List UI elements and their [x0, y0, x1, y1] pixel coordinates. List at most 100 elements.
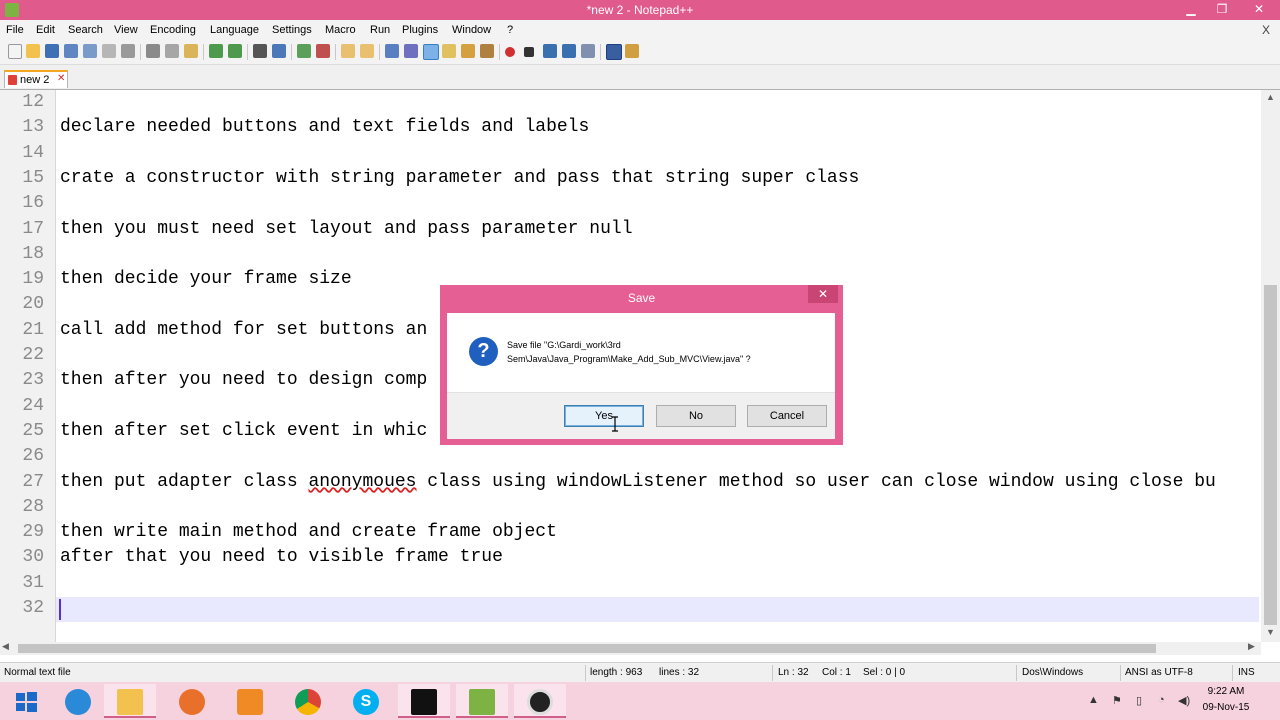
- zoom-out-icon[interactable]: [316, 44, 330, 58]
- menu-plugins[interactable]: Plugins: [402, 24, 438, 36]
- save-all-icon[interactable]: [64, 44, 78, 58]
- redo-icon[interactable]: [228, 44, 242, 58]
- scroll-left-arrow-icon[interactable]: ◀: [2, 641, 9, 652]
- restore-button[interactable]: ❐: [1207, 0, 1237, 20]
- code-line[interactable]: then put adapter class anonymoues class …: [60, 472, 1216, 492]
- save-icon[interactable]: [45, 44, 59, 58]
- menu-window[interactable]: Window: [452, 24, 491, 36]
- spell-check-icon[interactable]: [606, 44, 622, 60]
- clock-time[interactable]: 9:22 AM: [1196, 686, 1256, 697]
- status-separator: [1232, 665, 1233, 681]
- undo-icon[interactable]: [209, 44, 223, 58]
- show-all-characters-icon[interactable]: [404, 44, 418, 58]
- tab-close-icon[interactable]: ✕: [57, 73, 65, 84]
- plugin-icon[interactable]: [625, 44, 639, 58]
- close-document-icon[interactable]: X: [1262, 23, 1270, 37]
- document-map-icon[interactable]: [461, 44, 475, 58]
- menu-settings[interactable]: Settings: [272, 24, 312, 36]
- taskbar-command-prompt[interactable]: [398, 684, 450, 718]
- volume-icon[interactable]: ◀): [1178, 694, 1190, 707]
- code-line[interactable]: declare needed buttons and text fields a…: [60, 117, 589, 137]
- start-button[interactable]: [0, 684, 52, 718]
- indent-guide-icon[interactable]: [423, 44, 439, 60]
- code-line[interactable]: then write main method and create frame …: [60, 522, 557, 542]
- run-macro-multiple-icon[interactable]: [562, 44, 576, 58]
- dialog-close-button[interactable]: ✕: [808, 285, 838, 303]
- zoom-in-icon[interactable]: [297, 44, 311, 58]
- menu-language[interactable]: Language: [210, 24, 259, 36]
- open-file-icon[interactable]: [26, 44, 40, 58]
- status-eol-format[interactable]: Dos\Windows: [1022, 667, 1083, 678]
- taskbar-skype[interactable]: S: [340, 684, 392, 718]
- stop-macro-icon[interactable]: [524, 47, 534, 57]
- taskbar-photo-app[interactable]: [224, 684, 276, 718]
- replace-icon[interactable]: [272, 44, 286, 58]
- play-macro-icon[interactable]: [543, 44, 557, 58]
- paste-icon[interactable]: [184, 44, 198, 58]
- no-button[interactable]: No: [656, 405, 736, 427]
- copy-icon[interactable]: [165, 44, 179, 58]
- menu-view[interactable]: View: [114, 24, 138, 36]
- close-window-button[interactable]: ✕: [1238, 0, 1280, 20]
- vertical-scroll-thumb[interactable]: [1264, 285, 1277, 625]
- close-file-icon[interactable]: [83, 44, 97, 58]
- code-text: then put adapter class: [60, 471, 309, 492]
- taskbar-file-explorer[interactable]: [104, 684, 156, 718]
- code-line[interactable]: call add method for set buttons an: [60, 320, 427, 340]
- line-number: 31: [22, 572, 44, 593]
- line-number: 27: [22, 471, 44, 492]
- toolbar-separator: [140, 44, 141, 60]
- menu-edit[interactable]: Edit: [36, 24, 55, 36]
- menu-encoding[interactable]: Encoding: [150, 24, 196, 36]
- power-icon[interactable]: ▯: [1136, 694, 1142, 707]
- network-icon[interactable]: ◔: [1158, 694, 1165, 706]
- cancel-button[interactable]: Cancel: [747, 405, 827, 427]
- scroll-right-arrow-icon[interactable]: ▶: [1248, 641, 1255, 652]
- text-cursor-pointer-icon: [612, 416, 618, 432]
- action-center-flag-icon[interactable]: ⚑: [1112, 694, 1122, 707]
- new-file-icon[interactable]: [8, 44, 22, 59]
- horizontal-scroll-thumb[interactable]: [18, 644, 1156, 653]
- taskbar-screen-recorder[interactable]: [514, 684, 566, 718]
- function-list-icon[interactable]: [480, 44, 494, 58]
- menu-run[interactable]: Run: [370, 24, 390, 36]
- toolbar-separator: [600, 44, 601, 60]
- record-macro-icon[interactable]: [505, 47, 515, 57]
- taskbar-firefox[interactable]: [166, 684, 218, 718]
- language-icon[interactable]: [442, 44, 456, 58]
- show-hidden-icons-icon[interactable]: ▲: [1088, 694, 1099, 706]
- status-encoding[interactable]: ANSI as UTF-8: [1125, 667, 1193, 678]
- tab-bar: new 2 ✕: [0, 65, 1280, 90]
- word-wrap-icon[interactable]: [385, 44, 399, 58]
- sync-vertical-icon[interactable]: [341, 44, 355, 58]
- scroll-down-arrow-icon[interactable]: ▼: [1261, 627, 1280, 637]
- close-all-icon[interactable]: [102, 44, 116, 58]
- dialog-message-line-2: Sem\Java\Java_Program\Make_Add_Sub_MVC\V…: [507, 354, 751, 364]
- code-line[interactable]: then decide your frame size: [60, 269, 352, 289]
- menu-macro[interactable]: Macro: [325, 24, 356, 36]
- cut-icon[interactable]: [146, 44, 160, 58]
- yes-button[interactable]: Yes: [564, 405, 644, 427]
- code-line[interactable]: after that you need to visible frame tru…: [60, 547, 503, 567]
- find-icon[interactable]: [253, 44, 267, 58]
- code-line[interactable]: then you must need set layout and pass p…: [60, 219, 633, 239]
- taskbar-notepad-plus-plus[interactable]: [456, 684, 508, 718]
- line-number: 16: [22, 193, 44, 214]
- code-line[interactable]: crate a constructor with string paramete…: [60, 168, 859, 188]
- code-text: class using windowListener method so use…: [416, 471, 1216, 492]
- taskbar-chrome[interactable]: [282, 684, 334, 718]
- save-macro-icon[interactable]: [581, 44, 595, 58]
- menu-search[interactable]: Search: [68, 24, 103, 36]
- taskbar-internet-explorer[interactable]: [52, 684, 104, 718]
- tab-new-2[interactable]: new 2 ✕: [4, 70, 68, 88]
- scroll-up-arrow-icon[interactable]: ▲: [1261, 92, 1280, 102]
- menu-file[interactable]: File: [6, 24, 24, 36]
- menu-help[interactable]: ?: [507, 24, 513, 36]
- clock-date[interactable]: 09-Nov-15: [1196, 702, 1256, 713]
- code-line[interactable]: then after set click event in whic: [60, 421, 427, 441]
- sync-horizontal-icon[interactable]: [360, 44, 374, 58]
- code-line[interactable]: then after you need to design comp: [60, 370, 427, 390]
- misspelled-word[interactable]: anonymoues: [308, 472, 416, 492]
- minimize-button[interactable]: ▁: [1176, 0, 1206, 20]
- print-icon[interactable]: [121, 44, 135, 58]
